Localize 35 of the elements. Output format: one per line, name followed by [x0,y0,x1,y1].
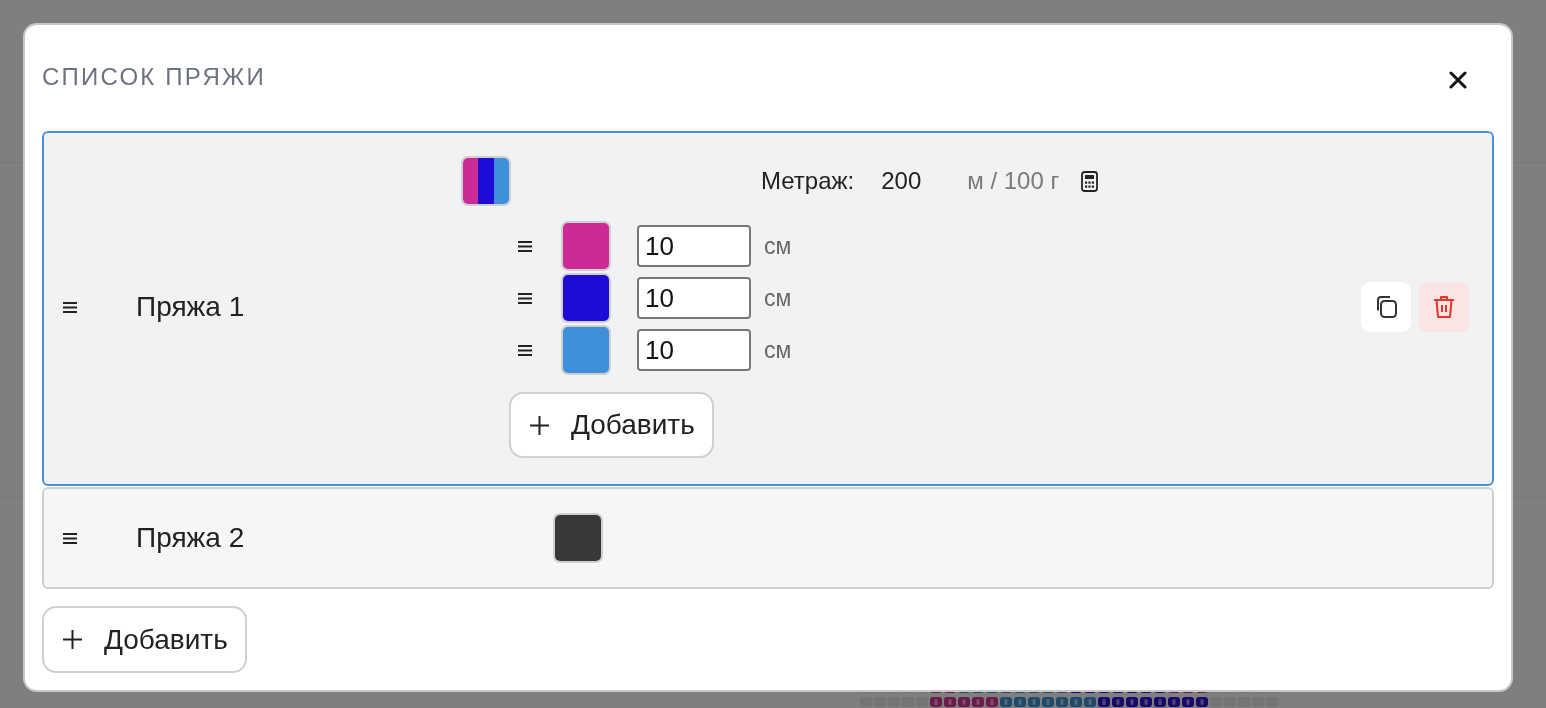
copy-icon [1374,295,1398,319]
length-input[interactable]: 10 [637,225,751,267]
trash-icon [1433,295,1455,319]
striped-swatch-icon[interactable] [461,156,511,206]
yarn-card[interactable]: Пряжа 1 Метраж: 200 м / 100 г 10 см 10 см 10 см Добавить [42,131,1494,486]
color-swatch-icon[interactable] [561,273,611,323]
modal-title: СПИСОК ПРЯЖИ [42,63,266,91]
drag-handle-icon[interactable] [518,292,532,304]
unit-label: см [764,336,792,364]
color-swatch-icon[interactable] [561,221,611,271]
unit-label: см [764,284,792,312]
metrage-unit: м / 100 г [967,167,1060,195]
close-icon [1449,71,1467,89]
drag-handle-icon[interactable] [63,532,77,544]
drag-handle-icon[interactable] [518,344,532,356]
length-input[interactable]: 10 [637,329,751,371]
copy-button[interactable] [1361,282,1411,332]
add-color-button[interactable]: Добавить [509,392,714,458]
color-swatch-icon[interactable] [553,513,603,563]
plus-icon [63,630,82,649]
delete-button[interactable] [1419,282,1469,332]
yarn-name: Пряжа 2 [136,522,245,554]
add-yarn-button[interactable]: Добавить [42,606,247,673]
length-input[interactable]: 10 [637,277,751,319]
metrage-label: Метраж: [761,167,855,195]
metrage-value: 200 [881,167,923,195]
calculator-icon[interactable] [1081,170,1099,192]
yarn-name: Пряжа 1 [136,291,245,323]
yarn-card[interactable]: Пряжа 2 [42,487,1494,589]
drag-handle-icon[interactable] [63,301,77,313]
unit-label: см [764,232,792,260]
plus-icon [530,415,549,435]
close-button[interactable] [1449,71,1467,89]
color-swatch-icon[interactable] [561,325,611,375]
drag-handle-icon[interactable] [518,240,532,252]
